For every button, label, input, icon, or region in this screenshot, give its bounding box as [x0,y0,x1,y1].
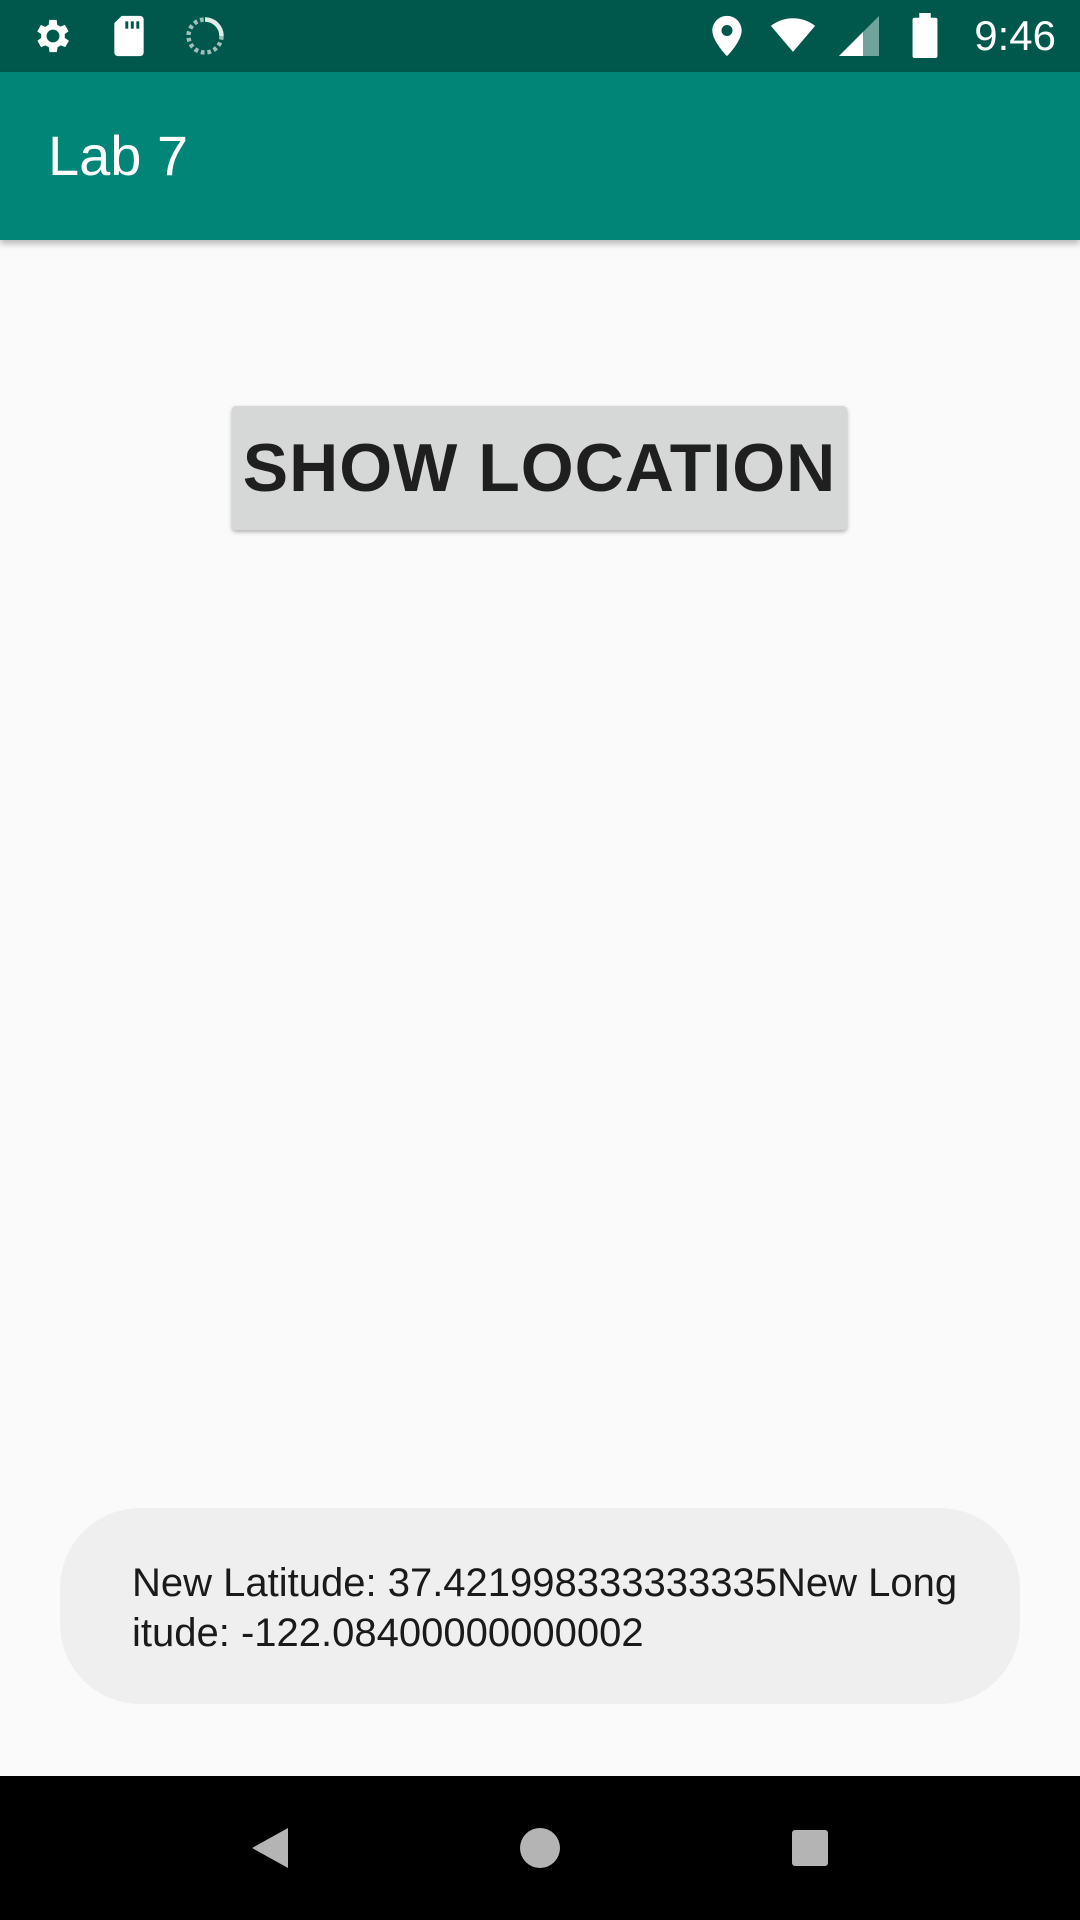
sync-icon [182,13,228,59]
battery-icon [902,13,948,59]
back-icon[interactable] [234,1812,306,1884]
status-bar: 9:46 [0,0,1080,72]
toast: New Latitude: 37.421998333333335New Long… [60,1508,1020,1704]
gear-icon [30,13,76,59]
status-right-icons: 9:46 [704,12,1056,60]
app-title: Lab 7 [48,124,189,187]
status-left-icons [30,12,228,60]
navigation-bar [0,1776,1080,1920]
app-bar: Lab 7 [0,72,1080,240]
wifi-icon [770,13,816,59]
status-clock: 9:46 [974,12,1056,59]
screen: 9:46 Lab 7 SHOW LOCATION New Latitude: 3… [0,0,1080,1920]
sd-card-icon [106,13,152,59]
recents-icon[interactable] [774,1812,846,1884]
toast-message: New Latitude: 37.421998333333335New Long… [132,1561,958,1655]
location-pin-icon [704,13,750,59]
show-location-button[interactable]: SHOW LOCATION [232,406,847,530]
home-icon[interactable] [504,1812,576,1884]
signal-icon [836,13,882,59]
